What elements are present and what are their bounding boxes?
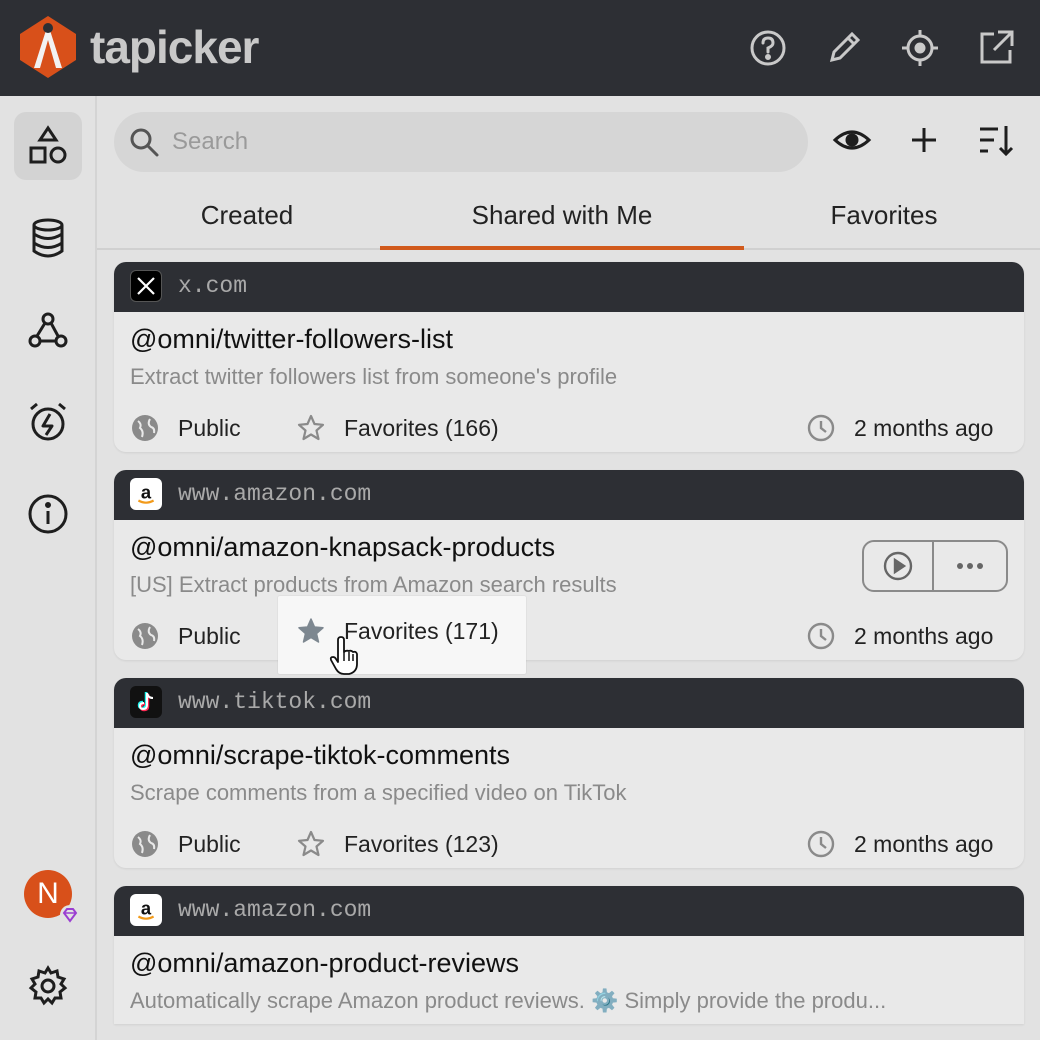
list-item[interactable]: www.tiktok.com @omni/scrape-tiktok-comme…: [114, 678, 1024, 868]
shapes-icon: [29, 125, 67, 164]
tab-favorites[interactable]: Favorites: [744, 200, 1024, 240]
visibility-label: Public: [178, 830, 241, 857]
time-label: 2 months ago: [854, 414, 994, 441]
eye-icon[interactable]: [832, 120, 872, 160]
globe-icon: [132, 831, 158, 857]
x-logo-icon: [130, 270, 162, 302]
plus-icon[interactable]: [904, 120, 944, 160]
card-description: [US] Extract products from Amazon search…: [130, 572, 617, 597]
favorites-count: Favorites (166): [344, 414, 499, 441]
visibility-badge: Public: [130, 412, 241, 444]
tab-shared-with-me[interactable]: Shared with Me: [380, 200, 744, 240]
amazon-logo-icon: a: [130, 894, 162, 926]
sidebar-item-webhooks[interactable]: [14, 296, 82, 364]
svg-text:a: a: [141, 481, 152, 502]
card-description: Scrape comments from a specified video o…: [130, 780, 627, 805]
sidebar-item-schedules[interactable]: [14, 388, 82, 456]
visibility-label: Public: [178, 622, 241, 649]
edit-pencil-icon[interactable]: [824, 28, 864, 68]
run-button[interactable]: [864, 542, 934, 590]
time-label: 2 months ago: [854, 622, 994, 649]
tapicker-logo-icon: [20, 16, 76, 78]
card-domain: x.com: [178, 273, 248, 299]
gear-icon: [28, 965, 68, 1006]
favorite-button[interactable]: Favorites (166): [296, 412, 499, 444]
card-domain: www.amazon.com: [178, 897, 372, 923]
card-title[interactable]: @omni/twitter-followers-list: [130, 324, 453, 355]
card-actions: [862, 540, 1008, 592]
amazon-logo-icon: a: [130, 478, 162, 510]
clock-icon: [807, 414, 835, 442]
list-item[interactable]: a www.amazon.com @omni/amazon-product-re…: [114, 886, 1024, 1024]
star-outline-icon: [297, 414, 325, 441]
list-item[interactable]: x.com @omni/twitter-followers-list Extra…: [114, 262, 1024, 452]
star-outline-icon: [297, 830, 325, 857]
updated-time: 2 months ago: [806, 412, 993, 444]
search-input[interactable]: [172, 122, 772, 162]
active-tab-indicator: [380, 246, 744, 250]
search-bar[interactable]: [114, 112, 808, 172]
sidebar-item-data[interactable]: [14, 204, 82, 272]
premium-gem-icon: [60, 905, 80, 925]
tab-created[interactable]: Created: [97, 200, 397, 240]
card-title[interactable]: @omni/amazon-knapsack-products: [130, 532, 555, 563]
card-description: Extract twitter followers list from some…: [130, 364, 618, 389]
time-label: 2 months ago: [854, 830, 994, 857]
avatar-initial: N: [37, 877, 59, 910]
tiktok-logo-icon: [130, 686, 162, 718]
sort-icon[interactable]: [976, 120, 1016, 160]
more-options-button[interactable]: [934, 542, 1006, 590]
clock-icon: [807, 830, 835, 858]
favorite-button-hover[interactable]: Favorites (171): [278, 596, 526, 674]
alarm-clock-icon: [30, 402, 66, 441]
star-filled-icon: [298, 618, 324, 643]
card-description: Automatically scrape Amazon product revi…: [130, 988, 887, 1013]
favorites-count: Favorites (171): [344, 617, 499, 644]
top-bar: tapicker: [0, 0, 1040, 96]
card-header: a www.amazon.com: [114, 886, 1024, 936]
card-header: a www.amazon.com: [114, 470, 1024, 520]
sidebar-item-tasks[interactable]: [14, 112, 82, 180]
visibility-badge: Public: [130, 828, 241, 860]
updated-time: 2 months ago: [806, 620, 993, 652]
card-title[interactable]: @omni/amazon-product-reviews: [130, 948, 519, 979]
hand-pointer-cursor-icon: [329, 636, 358, 675]
search-icon: [130, 128, 159, 157]
sidebar-item-about[interactable]: [14, 480, 82, 548]
clock-icon: [807, 622, 835, 650]
updated-time: 2 months ago: [806, 828, 993, 860]
webhook-icon: [28, 312, 68, 348]
open-external-icon[interactable]: [976, 28, 1016, 68]
visibility-label: Public: [178, 414, 241, 441]
list-item[interactable]: a www.amazon.com @omni/amazon-knapsack-p…: [114, 470, 1024, 660]
favorite-button[interactable]: Favorites (123): [296, 828, 499, 860]
help-icon[interactable]: [748, 28, 788, 68]
card-title[interactable]: @omni/scrape-tiktok-comments: [130, 740, 510, 771]
visibility-badge: Public: [130, 620, 241, 652]
target-crosshair-icon[interactable]: [900, 28, 940, 68]
globe-icon: [132, 623, 158, 649]
sidebar-item-settings[interactable]: [14, 952, 82, 1020]
card-header: www.tiktok.com: [114, 678, 1024, 728]
more-horizontal-icon: [957, 563, 983, 569]
card-domain: www.amazon.com: [178, 481, 372, 507]
info-icon: [28, 494, 68, 534]
brand-name: tapicker: [90, 21, 259, 73]
globe-icon: [132, 415, 158, 441]
favorites-count: Favorites (123): [344, 830, 499, 857]
svg-text:a: a: [141, 897, 152, 918]
card-domain: www.tiktok.com: [178, 689, 372, 715]
play-icon: [883, 551, 913, 581]
card-header: x.com: [114, 262, 1024, 312]
database-icon: [32, 218, 64, 258]
